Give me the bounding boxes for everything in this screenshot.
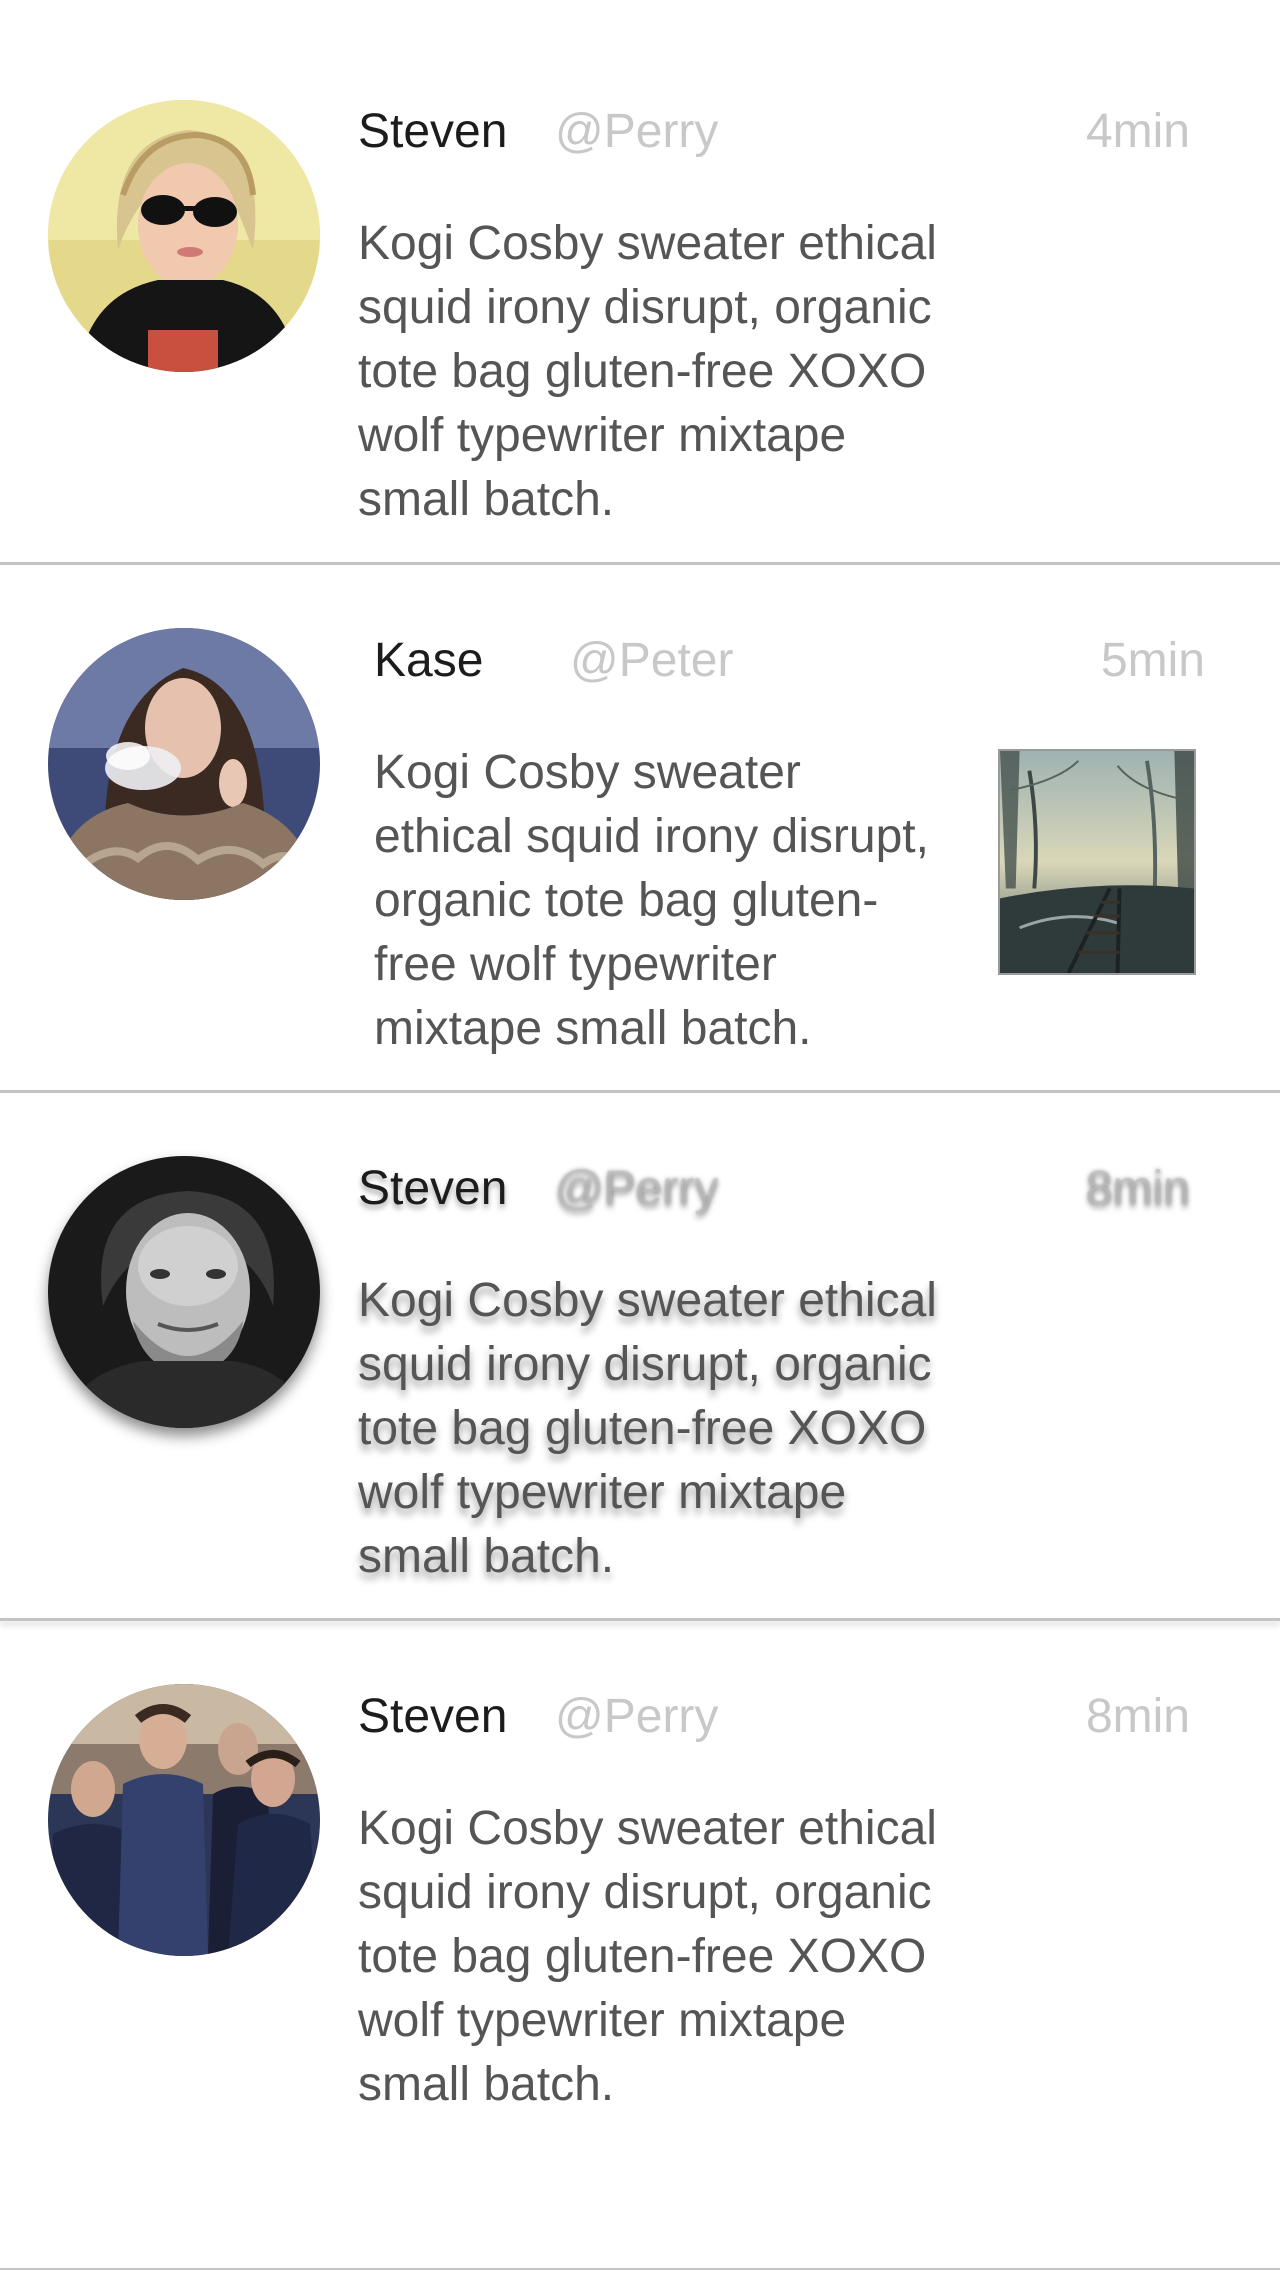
post-text: Kogi Cosby sweater ethical squid irony d… [358,1802,937,2111]
feed-divider [0,2268,1280,2270]
post-text: Kogi Cosby sweater ethical squid irony d… [358,1274,937,1583]
avatar-icon[interactable] [48,628,320,900]
post-author-handle[interactable]: @Perry [555,1161,718,1216]
feed-item[interactable]: Steven @Perry 4min Kogi Cosby sweater et… [0,0,1280,562]
post-text: Kogi Cosby sweater ethical squid irony d… [358,217,937,526]
feed-item[interactable]: Kase @Peter 5min Kogi Cosby sweater ethi… [0,565,1280,1090]
post-author-handle[interactable]: @Perry [555,1689,718,1744]
attachment-photo-icon[interactable] [998,749,1196,975]
feed-item[interactable]: Steven @Perry 8min Kogi Cosby sweater et… [0,1621,1280,2272]
avatar-icon[interactable] [48,1684,320,1956]
post-author-name[interactable]: Steven [358,1161,507,1216]
post-author-handle[interactable]: @Perry [555,104,718,159]
post-author-name[interactable]: Steven [358,1689,507,1744]
post-author-name[interactable]: Steven [358,104,507,159]
avatar-icon[interactable] [48,100,320,372]
post-timestamp: 8min [1085,1690,1190,1743]
post-timestamp: 5min [1100,634,1205,687]
post-text: Kogi Cosby sweater ethical squid irony d… [374,746,929,1055]
post-timestamp: 8min [1085,1162,1190,1215]
avatar-icon[interactable] [48,1156,320,1428]
feed-item[interactable]: Steven @Perry 8min Kogi Cosby sweater et… [0,1093,1280,1618]
feed-list: Steven @Perry 4min Kogi Cosby sweater et… [0,0,1280,2272]
post-author-handle[interactable]: @Peter [570,633,733,688]
post-timestamp: 4min [1085,105,1190,158]
post-author-name[interactable]: Kase [374,633,483,688]
